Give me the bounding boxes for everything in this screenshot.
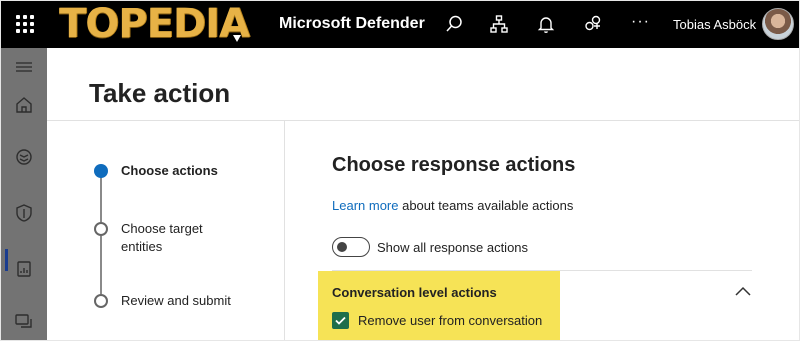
step-connector <box>100 236 102 294</box>
chat-icon[interactable] <box>13 310 35 332</box>
toggle-knob <box>337 242 347 252</box>
left-nav-rail <box>1 48 47 340</box>
step-choose-actions[interactable]: Choose actions <box>121 162 251 180</box>
more-options-icon[interactable]: ··· <box>631 13 650 31</box>
active-indicator <box>5 249 8 271</box>
remove-user-checkbox[interactable] <box>332 312 349 329</box>
app-window: TOPEDIA Microsoft Defender ··· Tobias As… <box>1 1 799 340</box>
learn-more-text: Learn more about teams available actions <box>332 198 573 213</box>
step-review-and-submit[interactable]: Review and submit <box>121 292 261 310</box>
top-bar: TOPEDIA Microsoft Defender ··· Tobias As… <box>1 1 799 48</box>
menu-icon[interactable] <box>13 56 35 78</box>
highlight-box <box>318 271 560 340</box>
reports-icon[interactable] <box>13 258 35 280</box>
header-divider <box>47 120 799 121</box>
logo-mark <box>233 35 241 42</box>
org-hierarchy-icon[interactable] <box>489 14 509 34</box>
step-indicator <box>94 294 108 308</box>
app-title[interactable]: Microsoft Defender <box>279 15 425 33</box>
step-indicator <box>94 222 108 236</box>
app-launcher-icon[interactable] <box>16 15 34 33</box>
incidents-icon[interactable] <box>13 146 35 168</box>
shield-icon[interactable] <box>13 202 35 224</box>
learn-more-description: about teams available actions <box>398 198 574 213</box>
avatar[interactable] <box>762 8 794 40</box>
page-title: Take action <box>89 78 231 108</box>
step-indicator-current <box>94 164 108 178</box>
user-name[interactable]: Tobias Asböck <box>673 17 756 32</box>
section-title: Choose response actions <box>332 154 576 176</box>
remove-user-label[interactable]: Remove user from conversation <box>358 313 542 328</box>
step-choose-target-entities[interactable]: Choose target entities <box>121 220 231 256</box>
learn-more-link[interactable]: Learn more <box>332 198 398 213</box>
stepper-divider <box>284 121 285 340</box>
home-icon[interactable] <box>13 94 35 116</box>
take-action-panel: Take action Choose actions Choose target… <box>47 48 799 340</box>
toggle-label: Show all response actions <box>377 240 529 255</box>
brand-logo: TOPEDIA <box>59 1 250 47</box>
step-connector <box>100 177 102 222</box>
community-icon[interactable] <box>583 14 603 34</box>
chevron-up-icon[interactable] <box>734 284 752 298</box>
search-icon[interactable] <box>444 14 464 34</box>
conversation-actions-title: Conversation level actions <box>332 285 497 300</box>
notifications-bell-icon[interactable] <box>536 14 556 34</box>
show-all-actions-toggle[interactable] <box>332 237 370 257</box>
